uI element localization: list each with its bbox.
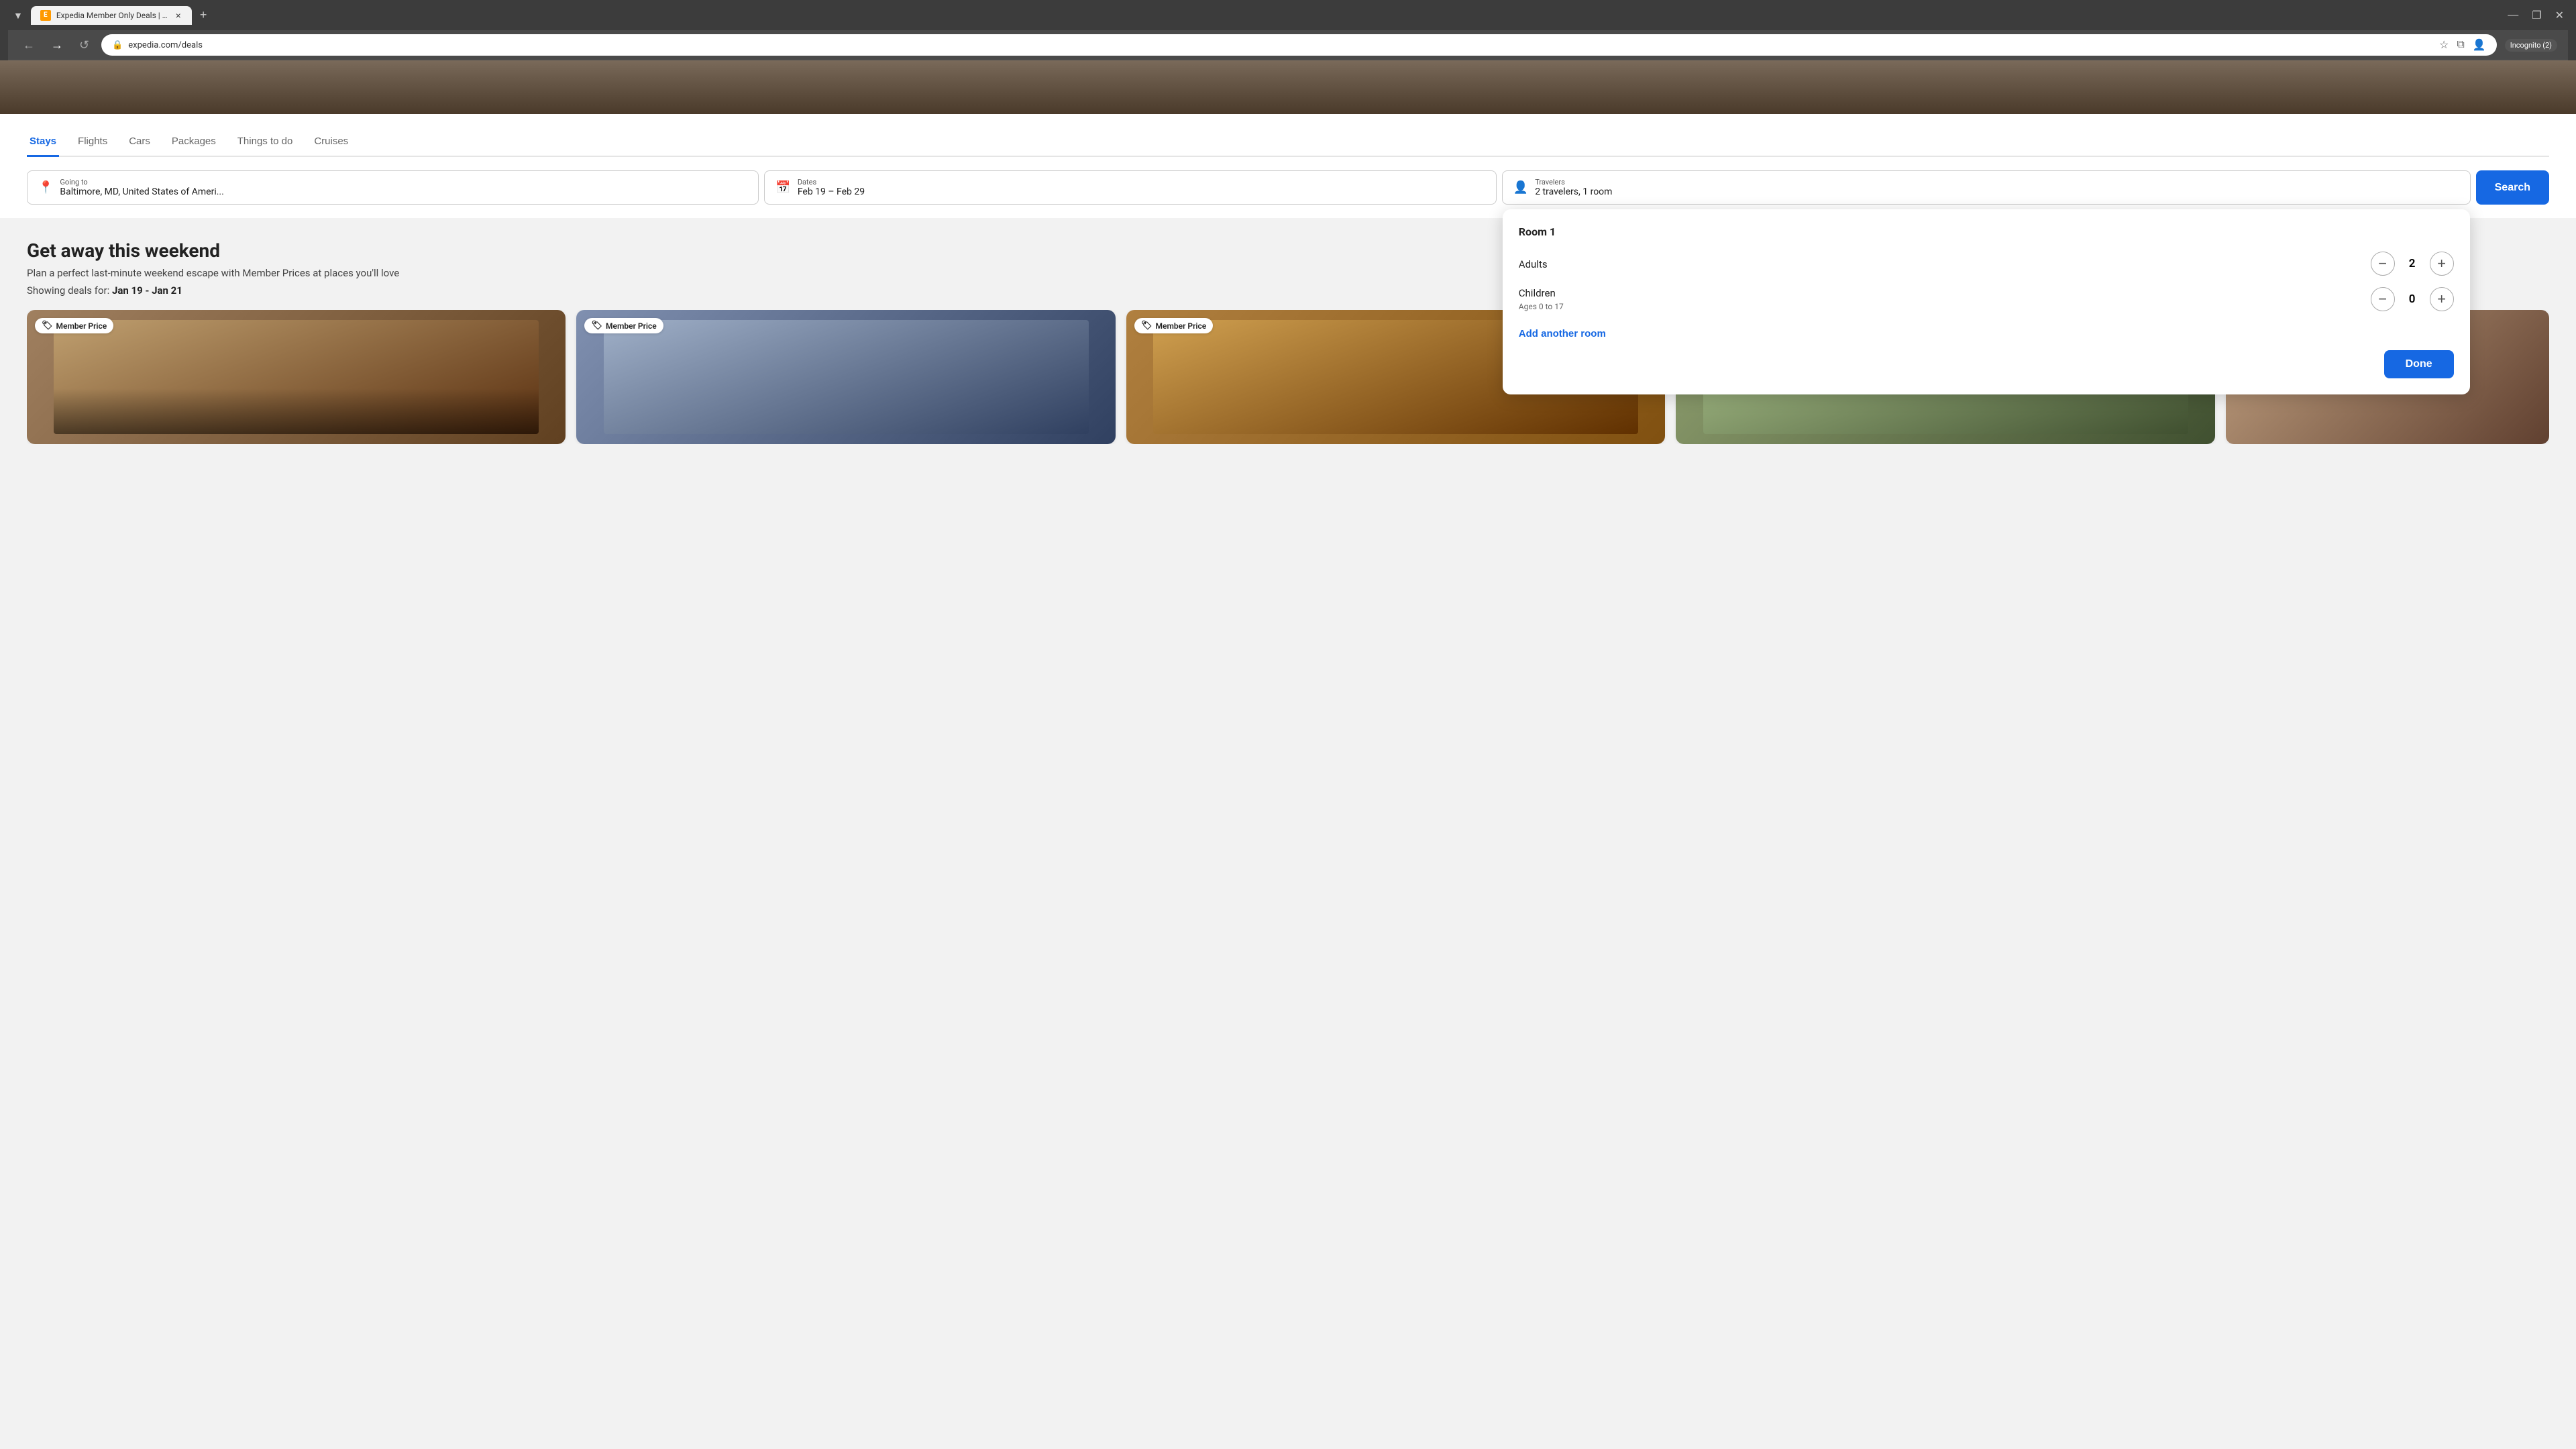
done-button[interactable]: Done — [2384, 350, 2454, 378]
person-icon: 👤 — [1513, 180, 1528, 195]
adults-counter-row: Adults − 2 + — [1519, 252, 2454, 276]
tab-group-button[interactable]: ▼ — [8, 7, 28, 23]
profile-button[interactable]: 👤 — [2473, 38, 2486, 52]
add-room-button[interactable]: Add another room — [1519, 328, 1606, 339]
children-controls: − 0 + — [2371, 287, 2454, 311]
search-widget: Stays Flights Cars Packages Things to do… — [0, 114, 2576, 218]
adults-label: Adults — [1519, 258, 1548, 270]
children-increment-button[interactable]: + — [2430, 287, 2454, 311]
hotel-card[interactable]: 🏷 Member Price — [27, 310, 566, 444]
travelers-field[interactable]: 👤 Travelers 2 travelers, 1 room Room 1 A… — [1502, 170, 2471, 205]
destination-label: Going to — [60, 178, 223, 186]
adults-decrement-button[interactable]: − — [2371, 252, 2395, 276]
badge-icon: 🏷 — [42, 321, 53, 331]
tab-title: Expedia Member Only Deals | 2... — [56, 11, 169, 20]
location-icon: 📍 — [38, 180, 53, 195]
hotel-card[interactable]: 🏷 Member Price — [576, 310, 1115, 444]
calendar-icon: 📅 — [775, 180, 790, 195]
adults-increment-button[interactable]: + — [2430, 252, 2454, 276]
restore-button[interactable]: ❐ — [2528, 7, 2545, 23]
hero-image — [0, 60, 2576, 114]
dates-label: Dates — [798, 178, 865, 186]
dates-value: Feb 19 – Feb 29 — [798, 186, 865, 197]
tab-favicon: E — [40, 10, 51, 21]
split-view-button[interactable]: ⧉ — [2457, 38, 2464, 52]
children-decrement-button[interactable]: − — [2371, 287, 2395, 311]
tab-things-to-do[interactable]: Things to do — [235, 127, 296, 157]
incognito-badge: Incognito (2) — [2505, 39, 2557, 52]
tab-packages[interactable]: Packages — [169, 127, 219, 157]
url-lock-icon: 🔒 — [112, 40, 123, 50]
children-sublabel: Ages 0 to 17 — [1519, 302, 1564, 311]
destination-field[interactable]: 📍 Going to Baltimore, MD, United States … — [27, 170, 759, 205]
member-badge: 🏷 Member Price — [1134, 318, 1213, 333]
destination-value: Baltimore, MD, United States of Ameri... — [60, 186, 223, 197]
search-tabs: Stays Flights Cars Packages Things to do… — [27, 127, 2549, 157]
badge-icon: 🏷 — [1141, 321, 1152, 331]
travelers-label: Travelers — [1535, 178, 1612, 186]
dates-field[interactable]: 📅 Dates Feb 19 – Feb 29 — [764, 170, 1496, 205]
children-count: 0 — [2406, 292, 2419, 306]
travelers-value: 2 travelers, 1 room — [1535, 186, 1612, 197]
page-content: Stays Flights Cars Packages Things to do… — [0, 60, 2576, 466]
new-tab-button[interactable]: + — [195, 5, 213, 25]
browser-chrome: ▼ E Expedia Member Only Deals | 2... × +… — [0, 0, 2576, 60]
tab-stays[interactable]: Stays — [27, 127, 59, 157]
deals-dates: Jan 19 - Jan 21 — [112, 284, 182, 297]
back-button[interactable]: ← — [19, 36, 39, 55]
bookmark-button[interactable]: ☆ — [2439, 38, 2449, 52]
member-badge: 🏷 Member Price — [35, 318, 113, 333]
travelers-dropdown: Room 1 Adults − 2 + — [1503, 209, 2470, 394]
children-counter-row: Children Ages 0 to 17 − 0 + — [1519, 286, 2454, 312]
tab-cruises[interactable]: Cruises — [311, 127, 351, 157]
tab-close-button[interactable]: × — [174, 10, 182, 21]
search-button[interactable]: Search — [2476, 170, 2549, 205]
search-fields: 📍 Going to Baltimore, MD, United States … — [27, 170, 2549, 205]
room-label: Room 1 — [1519, 225, 2454, 238]
tab-cars[interactable]: Cars — [126, 127, 153, 157]
address-bar: ← → ↺ 🔒 expedia.com/deals ☆ ⧉ 👤 Incognit… — [8, 30, 2568, 60]
forward-button[interactable]: → — [47, 36, 67, 55]
url-bar[interactable]: 🔒 expedia.com/deals ☆ ⧉ 👤 — [101, 34, 2497, 56]
member-badge: 🏷 Member Price — [584, 318, 663, 333]
refresh-button[interactable]: ↺ — [75, 36, 93, 55]
children-label: Children — [1519, 287, 1556, 299]
adults-controls: − 2 + — [2371, 252, 2454, 276]
active-tab[interactable]: E Expedia Member Only Deals | 2... × — [31, 6, 192, 25]
minimize-button[interactable]: — — [2504, 7, 2522, 23]
window-controls: — ❐ ✕ — [2504, 7, 2568, 23]
close-button[interactable]: ✕ — [2551, 7, 2568, 23]
tab-bar: ▼ E Expedia Member Only Deals | 2... × +… — [8, 5, 2568, 25]
badge-icon: 🏷 — [591, 321, 602, 331]
tab-flights[interactable]: Flights — [75, 127, 110, 157]
url-text: expedia.com/deals — [128, 40, 203, 50]
adults-count: 2 — [2406, 257, 2419, 270]
url-actions: ☆ ⧉ 👤 — [2439, 38, 2486, 52]
